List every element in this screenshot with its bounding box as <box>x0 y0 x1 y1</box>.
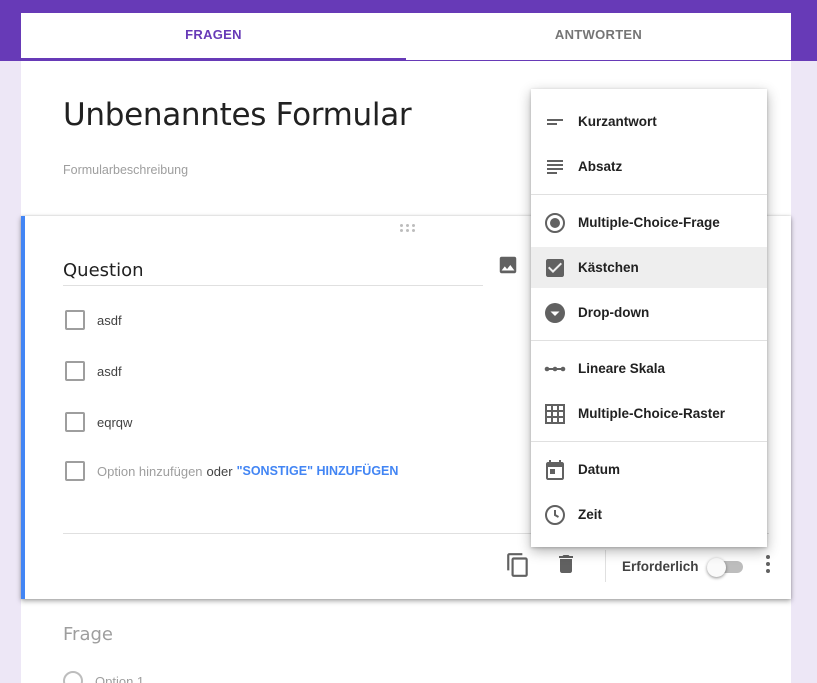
duplicate-icon[interactable] <box>505 552 531 578</box>
clock-icon <box>545 504 565 525</box>
dropdown-icon <box>545 302 565 323</box>
form-title[interactable]: Unbenanntes Formular <box>63 97 412 133</box>
option-label[interactable]: Option 1 <box>95 674 144 683</box>
add-other-link[interactable]: "SONSTIGE" HINZUFÜGEN <box>237 464 399 478</box>
menu-item-time[interactable]: Zeit <box>531 494 767 535</box>
menu-divider <box>531 194 767 195</box>
short-answer-icon <box>547 118 563 125</box>
toggle-knob <box>707 558 726 577</box>
menu-item-multiple-choice[interactable]: Multiple-Choice-Frage <box>531 202 767 243</box>
checkbox-icon <box>65 310 85 330</box>
option-item[interactable]: asdf <box>65 310 122 330</box>
checkbox-icon <box>65 361 85 381</box>
menu-item-date[interactable]: Datum <box>531 449 767 490</box>
add-option-input[interactable]: Option hinzufügen <box>97 464 203 479</box>
menu-item-dropdown[interactable]: Drop-down <box>531 292 767 333</box>
checkbox-icon <box>546 258 564 277</box>
or-text: oder <box>206 463 233 479</box>
radio-button-icon <box>545 212 565 233</box>
option-label[interactable]: asdf <box>97 364 122 379</box>
tab-bar: FRAGEN ANTWORTEN <box>21 13 791 60</box>
menu-divider <box>531 441 767 442</box>
checkbox-icon <box>65 461 85 481</box>
form-description-field[interactable]: Formularbeschreibung <box>63 163 188 177</box>
required-toggle[interactable] <box>707 558 743 577</box>
menu-item-checkboxes[interactable]: Kästchen <box>531 247 767 288</box>
calendar-icon <box>546 459 564 480</box>
add-option-row: Option hinzufügen oder "SONSTIGE" HINZUF… <box>65 461 398 481</box>
option-label[interactable]: eqrqw <box>97 415 132 430</box>
drag-handle-icon[interactable] <box>400 224 416 232</box>
tab-responses[interactable]: ANTWORTEN <box>406 13 791 60</box>
menu-divider <box>531 340 767 341</box>
option-item[interactable]: eqrqw <box>65 412 132 432</box>
vertical-divider <box>605 550 606 582</box>
next-question-option[interactable]: Option 1 <box>63 671 144 683</box>
image-icon[interactable] <box>497 254 519 276</box>
menu-item-paragraph[interactable]: Absatz <box>531 146 767 187</box>
menu-item-short-answer[interactable]: Kurzantwort <box>531 101 767 142</box>
tab-questions[interactable]: FRAGEN <box>21 13 406 60</box>
option-item[interactable]: asdf <box>65 361 122 381</box>
menu-item-grid[interactable]: Multiple-Choice-Raster <box>531 393 767 434</box>
delete-icon[interactable] <box>554 552 578 576</box>
grid-icon <box>545 403 565 424</box>
required-label: Erforderlich <box>622 559 699 574</box>
radio-icon <box>63 671 83 683</box>
paragraph-icon <box>547 159 563 174</box>
option-label[interactable]: asdf <box>97 313 122 328</box>
menu-item-linear-scale[interactable]: Lineare Skala <box>531 348 767 389</box>
next-question-title[interactable]: Frage <box>63 624 113 645</box>
checkbox-icon <box>65 412 85 432</box>
linear-scale-icon <box>544 366 566 371</box>
more-options-icon[interactable] <box>763 554 773 576</box>
question-title-input[interactable]: Question <box>63 260 483 286</box>
question-type-menu: Kurzantwort Absatz Multiple-Choice-Frage… <box>531 89 767 547</box>
